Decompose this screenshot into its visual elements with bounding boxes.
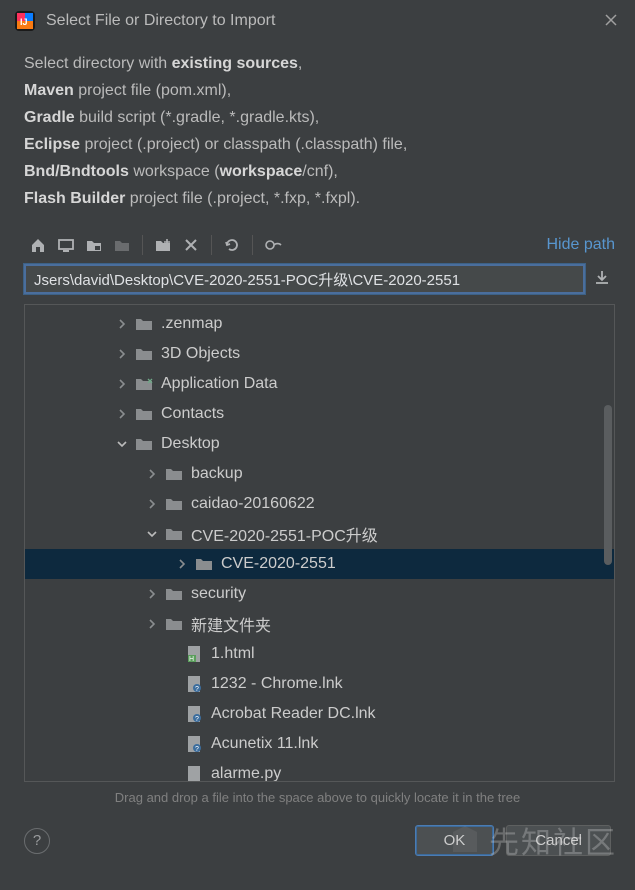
svg-text:?: ? [195,686,199,693]
app-icon: IJ [14,10,36,32]
tree-node-label: Acunetix 11.lnk [211,735,318,753]
home-icon[interactable] [24,232,52,258]
ok-button[interactable]: OK [415,825,495,856]
chevron-down-icon[interactable] [115,437,129,451]
folder-icon [165,585,183,603]
dialog-footer: ? OK Cancel [0,809,635,872]
file-icon: H [185,645,203,663]
chevron-right-icon[interactable] [115,407,129,421]
tree-node[interactable]: caidao-20160622 [25,489,614,519]
separator [211,235,212,255]
file-icon: ? [185,675,203,693]
chevron-right-icon[interactable] [145,587,159,601]
file-icon [185,765,203,782]
delete-icon[interactable] [177,232,205,258]
tree-node[interactable]: .zenmap [25,309,614,339]
tree-node-label: Desktop [161,435,220,453]
folder-icon [165,495,183,513]
tree-node[interactable]: security [25,579,614,609]
close-icon[interactable] [603,12,621,30]
tree-node-label: 1232 - Chrome.lnk [211,675,343,693]
title-bar: IJ Select File or Directory to Import [0,0,635,38]
tree-node-label: security [191,585,246,603]
tree-node[interactable]: 3D Objects [25,339,614,369]
tree-node-label: 新建文件夹 [191,612,271,636]
folder-icon [135,375,153,393]
svg-text:?: ? [195,716,199,723]
cancel-button[interactable]: Cancel [506,825,611,856]
description-block: Select directory with existing sources, … [0,38,635,228]
hide-path-link[interactable]: Hide path [547,236,616,254]
project-folder-icon[interactable] [80,232,108,258]
tree-node[interactable]: ? Acunetix 11.lnk [25,729,614,759]
tree-node[interactable]: ? Acrobat Reader DC.lnk [25,699,614,729]
tree-node[interactable]: CVE-2020-2551 [25,549,614,579]
tree-node[interactable]: CVE-2020-2551-POC升级 [25,519,614,549]
folder-icon [195,555,213,573]
chevron-down-icon[interactable] [145,527,159,541]
refresh-icon[interactable] [218,232,246,258]
folder-icon [135,315,153,333]
desktop-icon[interactable] [52,232,80,258]
path-row [0,264,635,304]
tree-node-label: alarme.py [211,765,281,782]
tree-node-label: .zenmap [161,315,222,333]
svg-text:?: ? [195,746,199,753]
tree-node[interactable]: Desktop [25,429,614,459]
separator [142,235,143,255]
toolbar: Hide path [0,228,635,264]
folder-icon [165,525,183,543]
tree-node-label: 1.html [211,645,255,663]
path-input[interactable] [24,264,585,294]
module-folder-icon[interactable] [108,232,136,258]
tree-node-label: CVE-2020-2551 [221,555,336,573]
tree-node-label: 3D Objects [161,345,240,363]
tree-node[interactable]: ? 1232 - Chrome.lnk [25,669,614,699]
show-hidden-icon[interactable] [259,232,287,258]
folder-icon [165,615,183,633]
chevron-right-icon[interactable] [115,347,129,361]
chevron-right-icon[interactable] [175,557,189,571]
file-icon: ? [185,705,203,723]
tree-node-label: backup [191,465,243,483]
chevron-right-icon[interactable] [145,617,159,631]
chevron-right-icon[interactable] [115,377,129,391]
file-tree[interactable]: .zenmap 3D Objects Application Data Contact… [24,304,615,782]
tree-node-label: Acrobat Reader DC.lnk [211,705,376,723]
help-button[interactable]: ? [24,828,50,854]
history-dropdown-icon[interactable] [593,268,615,290]
tree-node[interactable]: backup [25,459,614,489]
folder-icon [135,345,153,363]
file-icon: ? [185,735,203,753]
chevron-right-icon[interactable] [145,467,159,481]
folder-icon [135,435,153,453]
folder-icon [165,465,183,483]
tree-node-label: Application Data [161,375,278,393]
folder-icon [135,405,153,423]
svg-text:IJ: IJ [20,17,28,27]
tree-node-label: Contacts [161,405,224,423]
svg-text:H: H [189,656,194,663]
tree-node-label: CVE-2020-2551-POC升级 [191,522,378,546]
tree-node-label: caidao-20160622 [191,495,315,513]
new-folder-icon[interactable] [149,232,177,258]
tree-node[interactable]: 新建文件夹 [25,609,614,639]
tree-node[interactable]: H 1.html [25,639,614,669]
tree-node[interactable]: Application Data [25,369,614,399]
scrollbar-thumb[interactable] [604,405,612,565]
separator [252,235,253,255]
chevron-right-icon[interactable] [145,497,159,511]
dialog-title: Select File or Directory to Import [46,12,275,30]
tree-node[interactable]: Contacts [25,399,614,429]
drag-drop-hint: Drag and drop a file into the space abov… [0,782,635,809]
tree-node[interactable]: alarme.py [25,759,614,782]
chevron-right-icon[interactable] [115,317,129,331]
